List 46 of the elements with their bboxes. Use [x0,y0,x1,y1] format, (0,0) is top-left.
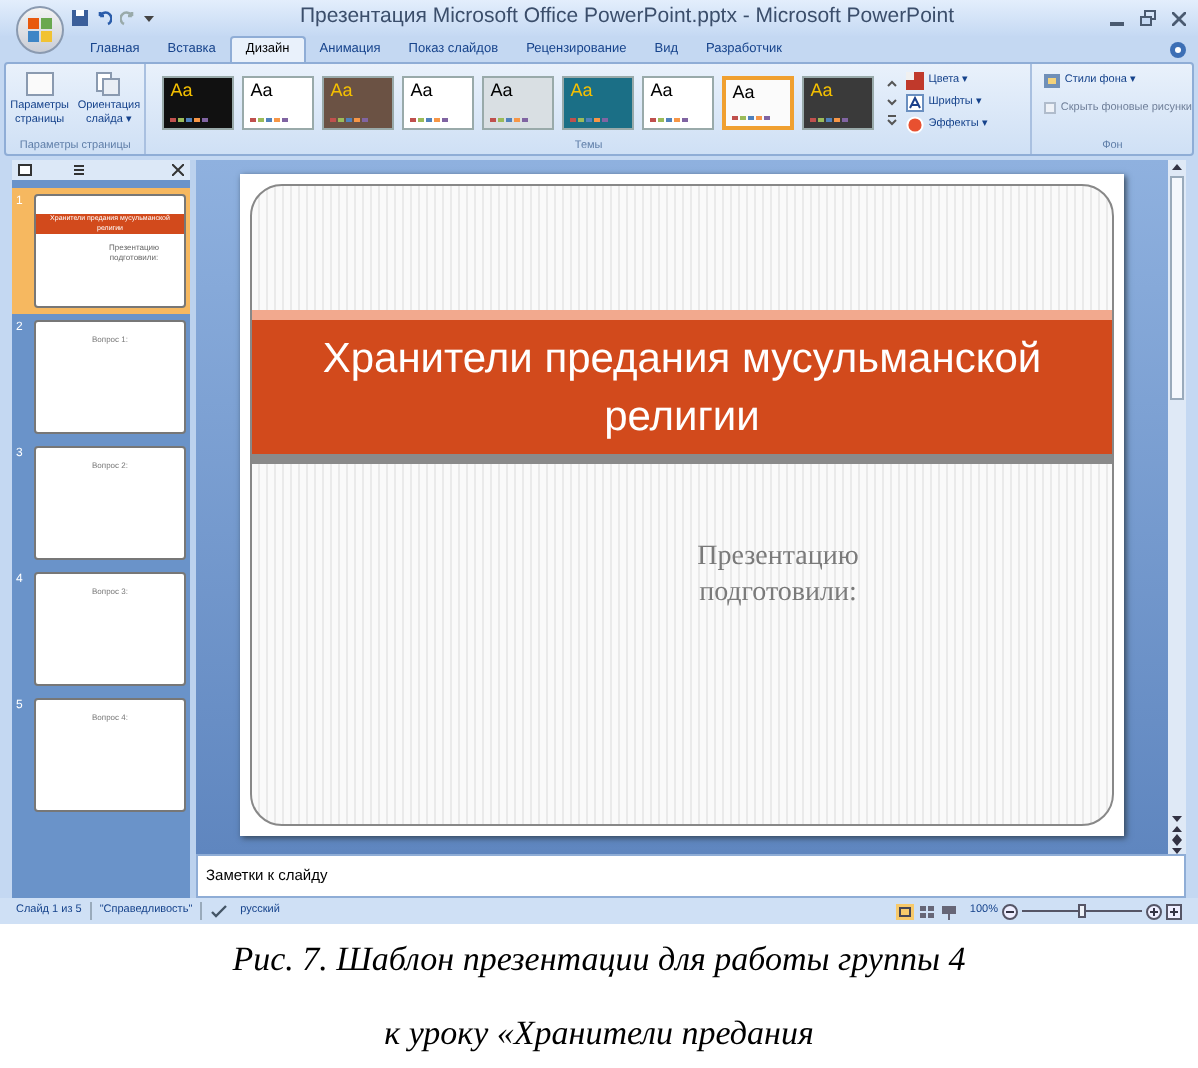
font-icon [906,93,925,111]
slide-subtitle: Презентацию подготовили: [695,540,861,612]
spelling-check-icon[interactable] [210,904,229,918]
colors-icon [906,71,925,89]
orientation-icon [96,72,121,96]
figure-caption: Рис. 7. Шаблон презентации для работы группы 4 [232,937,966,982]
sorter-view-icon[interactable] [917,903,936,919]
office-logo-icon [28,18,52,42]
close-icon[interactable] [172,164,184,176]
theme-thumbnail[interactable]: Aa [242,75,315,129]
zoom-slider[interactable] [1022,904,1142,918]
scroll-down-icon[interactable] [1170,812,1184,826]
slide-title: Хранители предания мусульманской религии [320,333,1044,443]
scroll-up-icon[interactable] [886,76,899,92]
undo-icon[interactable] [96,10,112,26]
page-icon [25,72,54,96]
zoom-in-icon[interactable] [1146,903,1162,919]
help-icon[interactable] [1170,42,1186,58]
fit-to-window-icon[interactable] [1166,903,1182,919]
slideshow-view-icon[interactable] [939,903,958,919]
zoom-slider-thumb[interactable] [1078,904,1086,918]
customize-caret-icon[interactable] [144,13,154,23]
outline-tab-icon[interactable] [72,164,86,176]
theme-thumbnail[interactable]: Aa [402,75,475,129]
office-button[interactable] [16,6,64,54]
theme-thumbnail[interactable]: Aa [722,75,795,129]
close-icon[interactable] [1172,11,1186,25]
scroll-down-icon[interactable] [886,94,899,110]
scrollbar[interactable] [1168,160,1186,854]
theme-thumbnail[interactable]: Aa [642,75,715,129]
effects-icon [906,115,925,133]
theme-thumbnail[interactable]: Aa [162,75,235,129]
theme-thumbnail[interactable]: Aa [802,75,875,129]
more-icon[interactable] [886,112,899,128]
slides-tab-icon[interactable] [18,164,32,176]
save-icon[interactable] [72,10,88,26]
previous-slide-icon[interactable] [1170,826,1184,840]
scrollbar-thumb[interactable] [1170,176,1184,400]
zoom-out-icon[interactable] [1002,903,1018,919]
figure-caption: к уроку «Хранители предания [384,1012,814,1056]
theme-thumbnail[interactable]: Aa [482,75,555,129]
normal-view-icon[interactable] [895,903,914,919]
restore-icon[interactable] [1140,10,1156,26]
paint-icon [1044,73,1061,88]
theme-thumbnail[interactable]: Aa [322,75,395,129]
window-title: Презентация Microsoft Office PowerPoint.pptx - Microsoft PowerPoint [300,2,954,33]
